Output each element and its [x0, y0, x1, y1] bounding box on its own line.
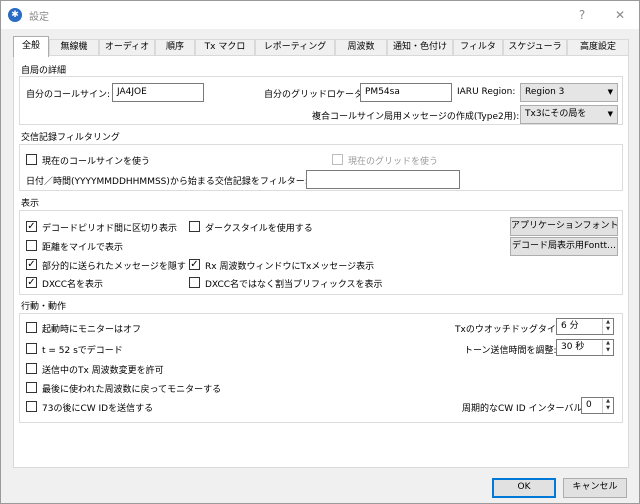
return-last-freq-label: 最後に使われた周波数に戻ってモニターする	[42, 385, 222, 395]
tab-general[interactable]: 全般	[13, 36, 49, 57]
hide-partial-checkbox[interactable]: ✓	[26, 259, 37, 270]
send-cwid-checkbox[interactable]	[26, 401, 37, 412]
t52-label: t = 52 sでデコード	[42, 346, 123, 356]
distance-miles-checkbox[interactable]	[26, 240, 37, 251]
settings-dialog: ✱ 設定 ? ✕ 全般 無線機 オーディオ 順序 Tx マクロ レポーティング …	[0, 0, 640, 504]
tab-tx-macros[interactable]: Tx マクロ	[195, 39, 255, 56]
decode-font-button[interactable]: デコード局表示用Fontt…	[510, 237, 618, 256]
monitor-off-label: 起動時にモニターはオフ	[42, 325, 142, 335]
tab-scheduler[interactable]: スケジューラ	[503, 39, 567, 56]
title-bar: ✱ 設定 ? ✕	[1, 1, 639, 29]
use-grid-checkbox[interactable]	[332, 154, 343, 165]
general-tab-panel: 自局の詳細 自分のコールサイン: JA4JOE 自分のグリッドロケータ: PM5…	[13, 55, 629, 468]
send-cwid-label: 73の後にCW IDを送信する	[42, 404, 154, 414]
cwid-interval-value: 0	[586, 400, 592, 410]
dark-style-label: ダークスタイルを使用する	[205, 224, 313, 234]
station-heading: 自局の詳細	[21, 66, 67, 76]
iaru-region-select[interactable]: Region 3 ▼	[520, 83, 618, 102]
iaru-region-value: Region 3	[525, 87, 565, 97]
cwid-interval-label: 周期的なCW ID インターバル:	[462, 404, 586, 414]
tune-label: トーン送信時間を調整:	[464, 346, 557, 356]
use-callsign-label: 現在のコールサインを使う	[42, 157, 151, 167]
type2-value: Tx3にその局を	[525, 109, 587, 119]
chevron-down-icon: ▼	[607, 88, 613, 96]
monitor-off-checkbox[interactable]	[26, 322, 37, 333]
type2-label: 複合コールサイン局用メッセージの作成(Type2用):	[312, 112, 520, 122]
chevron-down-icon: ▼	[607, 110, 613, 118]
display-heading: 表示	[21, 199, 40, 209]
close-button[interactable]: ✕	[601, 3, 639, 27]
tab-audio[interactable]: オーディオ	[99, 39, 155, 56]
tab-frequencies[interactable]: 周波数	[335, 39, 387, 56]
spin-arrows-icon[interactable]: ▲ ▼	[602, 340, 613, 355]
datetime-filter-input[interactable]	[306, 170, 460, 189]
distance-miles-label: 距離をマイルで表示	[42, 243, 124, 253]
return-last-freq-checkbox[interactable]	[26, 382, 37, 393]
tab-colors[interactable]: 通知・色付け	[387, 39, 453, 56]
grid-label: 自分のグリッドロケータ:	[264, 90, 367, 100]
tune-value: 30 秒	[561, 342, 585, 352]
callsign-label: 自分のコールサイン:	[26, 90, 111, 100]
app-font-button[interactable]: アプリケーションフォント…	[510, 217, 618, 236]
tab-radio[interactable]: 無線機	[49, 39, 99, 56]
hide-partial-label: 部分的に送られたメッセージを隠す	[42, 262, 186, 272]
decode-separator-checkbox[interactable]: ✓	[26, 221, 37, 232]
window-title: 設定	[29, 12, 49, 23]
type2-select[interactable]: Tx3にその局を ▼	[520, 105, 618, 124]
allow-tx-change-checkbox[interactable]	[26, 363, 37, 374]
tab-advanced[interactable]: 高度設定	[567, 39, 629, 56]
rx-tx-msg-checkbox[interactable]: ✓	[189, 259, 200, 270]
spin-arrows-icon[interactable]: ▲ ▼	[602, 398, 613, 413]
tab-strip: 全般 無線機 オーディオ 順序 Tx マクロ レポーティング 周波数 通知・色付…	[13, 36, 629, 57]
watchdog-value: 6 分	[561, 321, 579, 331]
behavior-heading: 行動・動作	[21, 302, 67, 312]
help-button[interactable]: ?	[563, 3, 601, 27]
dxcc-name-checkbox[interactable]: ✓	[26, 277, 37, 288]
watchdog-spinbox[interactable]: 6 分 ▲ ▼	[556, 318, 614, 335]
dark-style-checkbox[interactable]	[189, 221, 200, 232]
callsign-input[interactable]: JA4JOE	[112, 83, 204, 102]
t52-checkbox[interactable]	[26, 343, 37, 354]
cwid-interval-spinbox[interactable]: 0 ▲ ▼	[581, 397, 614, 414]
decode-separator-label: デコードピリオド間に区切り表示	[42, 224, 178, 234]
app-icon: ✱	[8, 8, 22, 22]
prefix-instead-label: DXCC名ではなく割当プリフィックスを表示	[205, 280, 383, 290]
tab-reporting[interactable]: レポーティング	[255, 39, 335, 56]
allow-tx-change-label: 送信中のTx 周波数変更を許可	[42, 366, 164, 376]
cancel-button[interactable]: キャンセル	[563, 478, 627, 498]
tab-sequencing[interactable]: 順序	[155, 39, 195, 56]
use-callsign-checkbox[interactable]	[26, 154, 37, 165]
tab-filters[interactable]: フィルタ	[453, 39, 503, 56]
ok-button[interactable]: OK	[492, 478, 556, 498]
spin-arrows-icon[interactable]: ▲ ▼	[602, 319, 613, 334]
rx-tx-msg-label: Rx 周波数ウィンドウにTxメッセージ表示	[205, 262, 375, 272]
use-grid-label: 現在のグリッドを使う	[348, 157, 439, 167]
iaru-label: IARU Region:	[457, 87, 516, 97]
datetime-filter-label: 日付／時間(YYYYMMDDHHMMSS)から始まる交信記録をフィルター:	[26, 177, 308, 187]
prefix-instead-checkbox[interactable]	[189, 277, 200, 288]
logfilter-heading: 交信記録フィルタリング	[21, 133, 120, 143]
grid-input[interactable]: PM54sa	[360, 83, 452, 102]
tune-spinbox[interactable]: 30 秒 ▲ ▼	[556, 339, 614, 356]
dxcc-name-label: DXCC名を表示	[42, 280, 104, 290]
